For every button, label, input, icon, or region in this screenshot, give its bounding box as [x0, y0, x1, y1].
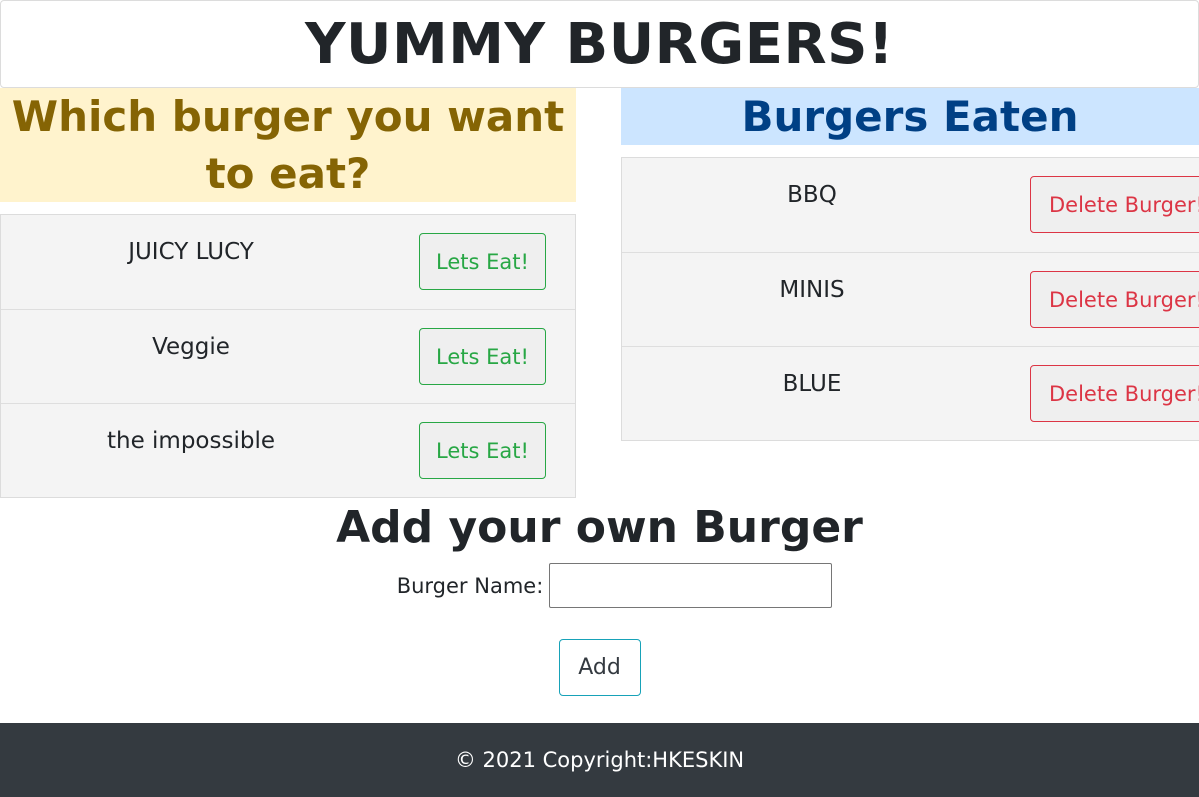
eat-button[interactable]: Lets Eat!: [419, 233, 546, 290]
eaten-burgers-column: Burgers Eaten BBQ Delete Burger! MINIS D…: [621, 88, 1199, 441]
list-item: JUICY LUCY Lets Eat!: [1, 215, 575, 309]
burger-name: BLUE: [782, 371, 842, 397]
eat-button[interactable]: Lets Eat!: [419, 328, 546, 385]
list-item: BBQ Delete Burger!: [622, 158, 1199, 252]
page: YUMMY BURGERS! Which burger you want to …: [0, 0, 1199, 797]
burger-name-input[interactable]: [549, 563, 833, 608]
uneaten-burgers-column: Which burger you want to eat? JUICY LUCY…: [0, 88, 576, 498]
form-row: Burger Name:: [0, 563, 1199, 608]
add-burger-heading: Add your own Burger: [336, 502, 863, 553]
eaten-burger-list: BBQ Delete Burger! MINIS Delete Burger! …: [621, 157, 1199, 441]
burger-name: MINIS: [779, 277, 845, 303]
delete-button[interactable]: Delete Burger!: [1030, 271, 1199, 328]
footer: © 2021 Copyright:HKESKIN: [0, 723, 1199, 797]
list-item: the impossible Lets Eat!: [1, 403, 575, 497]
list-item: MINIS Delete Burger!: [622, 252, 1199, 346]
burger-name-label: Burger Name:: [396, 573, 544, 598]
add-burger-form: Add your own Burger Burger Name: Add: [0, 500, 1199, 696]
add-button[interactable]: Add: [558, 639, 641, 696]
uneaten-heading: Which burger you want to eat?: [0, 88, 576, 202]
burger-name: BBQ: [787, 182, 837, 208]
header-jumbotron: YUMMY BURGERS!: [0, 0, 1199, 88]
list-item: BLUE Delete Burger!: [622, 346, 1199, 440]
list-item: Veggie Lets Eat!: [1, 309, 575, 403]
burger-name: Veggie: [152, 334, 230, 360]
delete-button[interactable]: Delete Burger!: [1030, 365, 1199, 422]
eat-button[interactable]: Lets Eat!: [419, 422, 546, 479]
uneaten-burger-list: JUICY LUCY Lets Eat! Veggie Lets Eat! th…: [0, 214, 576, 498]
page-title: YUMMY BURGERS!: [304, 11, 894, 77]
eaten-heading: Burgers Eaten: [621, 88, 1199, 145]
delete-button[interactable]: Delete Burger!: [1030, 176, 1199, 233]
burger-name: the impossible: [106, 428, 276, 454]
footer-copyright: © 2021 Copyright:HKESKIN: [454, 748, 745, 772]
burger-name: JUICY LUCY: [128, 239, 254, 265]
